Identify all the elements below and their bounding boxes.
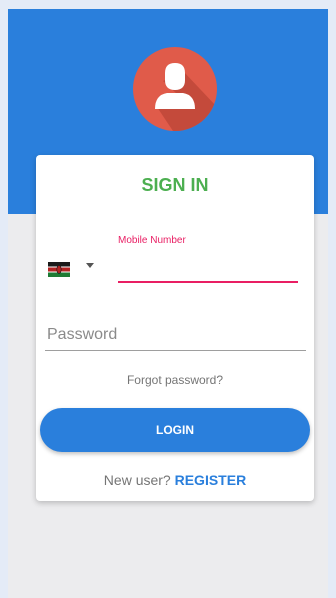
register-prompt: New user? xyxy=(103,472,171,488)
country-dropdown-arrow-icon[interactable] xyxy=(86,263,94,268)
login-button[interactable]: LOGIN xyxy=(40,408,310,452)
kenya-flag-icon[interactable] xyxy=(48,262,70,277)
mobile-number-input[interactable] xyxy=(118,251,298,283)
forgot-password-link[interactable]: Forgot password? xyxy=(36,373,314,387)
register-row: New user? REGISTER xyxy=(36,472,314,488)
password-input[interactable] xyxy=(45,319,306,351)
user-avatar-icon xyxy=(133,47,217,131)
sign-in-card: SIGN IN Mobile Number Forgot password? L… xyxy=(36,155,314,501)
app-screen: SIGN IN Mobile Number Forgot password? L… xyxy=(8,9,328,598)
register-link[interactable]: REGISTER xyxy=(175,472,247,488)
mobile-number-label: Mobile Number xyxy=(118,235,186,246)
sign-in-title: SIGN IN xyxy=(141,175,209,195)
